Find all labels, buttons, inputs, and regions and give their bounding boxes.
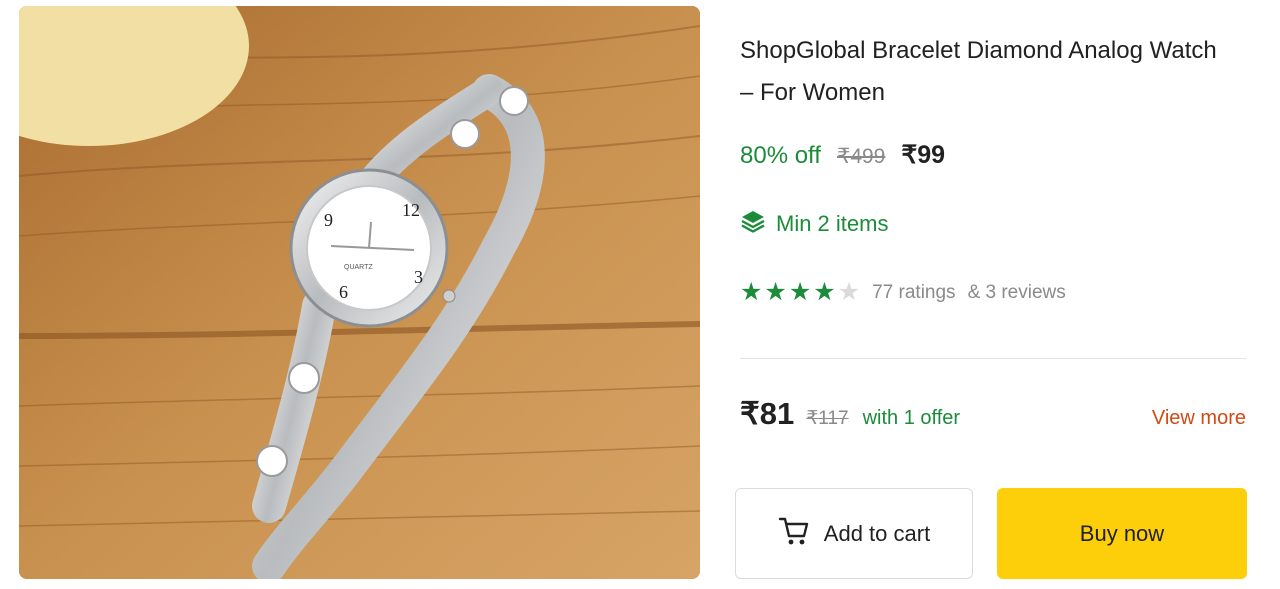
buy-now-button[interactable]: Buy now: [997, 488, 1247, 579]
add-to-cart-label: Add to cart: [823, 520, 931, 546]
star-empty-icon: ★: [837, 278, 861, 306]
add-to-cart-button[interactable]: Add to cart: [735, 488, 973, 579]
title-line-1: ShopGlobal Bracelet Diamond Analog Watch: [740, 37, 1217, 64]
watch-photo: 12 3 6 9 QUARTZ: [19, 6, 700, 579]
cart-icon: [778, 516, 810, 552]
svg-text:3: 3: [414, 267, 423, 287]
product-image[interactable]: 12 3 6 9 QUARTZ: [19, 6, 700, 579]
offer-mrp: ₹117: [806, 408, 849, 429]
product-info: ShopGlobal Bracelet Diamond Analog Watch…: [740, 30, 1250, 114]
star-icon: ★: [764, 278, 787, 306]
min-order-label: Min 2 items: [776, 211, 889, 236]
svg-text:12: 12: [402, 200, 420, 220]
min-order: Min 2 items: [740, 208, 888, 240]
offer-text: with 1 offer: [862, 407, 961, 429]
layers-icon: [740, 208, 766, 240]
mrp-price: ₹499: [836, 145, 886, 168]
svg-text:9: 9: [324, 210, 333, 230]
offer-row: ₹81 ₹117 with 1 offer View more: [740, 396, 1246, 432]
selling-price: ₹99: [901, 141, 946, 169]
product-title: ShopGlobal Bracelet Diamond Analog Watch…: [740, 30, 1250, 114]
dial-label: QUARTZ: [344, 264, 373, 271]
divider: [740, 358, 1246, 359]
star-icon: ★: [740, 278, 763, 306]
reviews-count: & 3 reviews: [967, 281, 1066, 303]
ratings-count: 77 ratings: [872, 281, 956, 303]
buy-now-label: Buy now: [1079, 520, 1165, 546]
discount-label: 80% off: [740, 142, 821, 169]
offer-price: ₹81: [740, 396, 795, 431]
view-more-link[interactable]: View more: [1152, 407, 1246, 430]
star-icon: ★: [788, 278, 812, 306]
price-row: 80% off ₹499 ₹99: [740, 140, 945, 170]
svg-text:6: 6: [339, 282, 348, 302]
star-rating: ★ ★ ★ ★ ★: [740, 280, 860, 305]
title-line-2: – For Women: [740, 79, 885, 106]
star-icon: ★: [813, 278, 836, 306]
rating-row[interactable]: ★ ★ ★ ★ ★ 77 ratings & 3 reviews: [740, 280, 1066, 305]
